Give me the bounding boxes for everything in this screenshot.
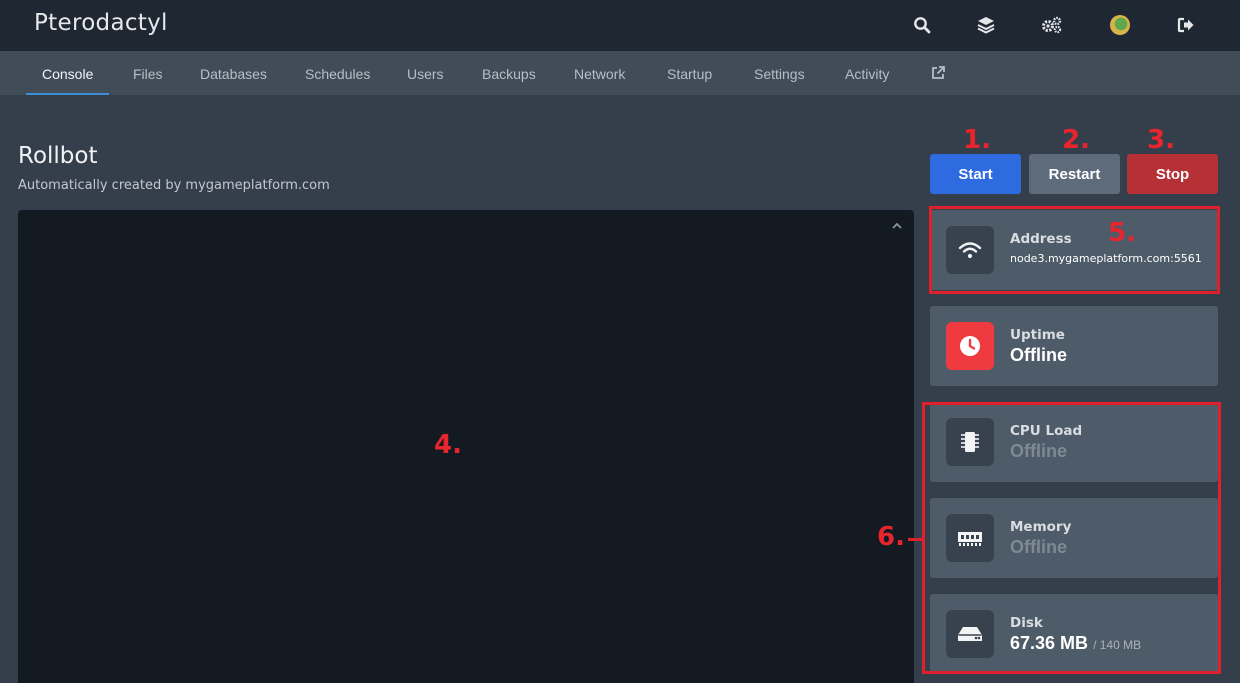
- stop-button[interactable]: Stop: [1127, 154, 1218, 194]
- clock-icon: [946, 322, 994, 370]
- annotation-6: 6.: [877, 522, 905, 552]
- annotation-pointer-6: [908, 538, 924, 541]
- tab-settings[interactable]: Settings: [754, 51, 805, 95]
- tab-network[interactable]: Network: [574, 51, 625, 95]
- tab-files[interactable]: Files: [133, 51, 163, 95]
- avatar-image: [1110, 15, 1130, 35]
- avatar[interactable]: [1107, 12, 1133, 38]
- cogs-icon[interactable]: [1039, 12, 1065, 38]
- uptime-card: Uptime Offline: [930, 306, 1218, 386]
- tab-startup[interactable]: Startup: [667, 51, 712, 95]
- uptime-label: Uptime: [1010, 327, 1065, 343]
- search-icon[interactable]: [909, 12, 935, 38]
- tab-console[interactable]: Console: [25, 51, 110, 95]
- top-bar: Pterodactyl: [0, 0, 1240, 51]
- server-description: Automatically created by mygameplatform.…: [18, 178, 330, 193]
- server-name: Rollbot: [18, 143, 98, 169]
- tab-users[interactable]: Users: [407, 51, 444, 95]
- annotation-1: 1.: [963, 125, 991, 155]
- app-title[interactable]: Pterodactyl: [34, 10, 168, 36]
- annotation-box-resources: [922, 402, 1221, 674]
- layers-icon[interactable]: [973, 12, 999, 38]
- annotation-2: 2.: [1062, 125, 1090, 155]
- server-nav: Console Files Databases Schedules Users …: [0, 51, 1240, 95]
- tab-schedules[interactable]: Schedules: [305, 51, 370, 95]
- tab-databases[interactable]: Databases: [200, 51, 267, 95]
- sign-out-icon[interactable]: [1173, 12, 1199, 38]
- tab-backups[interactable]: Backups: [482, 51, 536, 95]
- scroll-up-icon[interactable]: [892, 218, 902, 232]
- annotation-3: 3.: [1147, 125, 1175, 155]
- start-button[interactable]: Start: [930, 154, 1021, 194]
- restart-button[interactable]: Restart: [1029, 154, 1120, 194]
- annotation-box-address: [929, 206, 1220, 294]
- console-terminal[interactable]: [18, 210, 914, 683]
- tab-activity[interactable]: Activity: [845, 51, 889, 95]
- uptime-value: Offline: [1010, 345, 1067, 365]
- annotation-4: 4.: [434, 430, 462, 460]
- external-link-icon[interactable]: [931, 51, 945, 95]
